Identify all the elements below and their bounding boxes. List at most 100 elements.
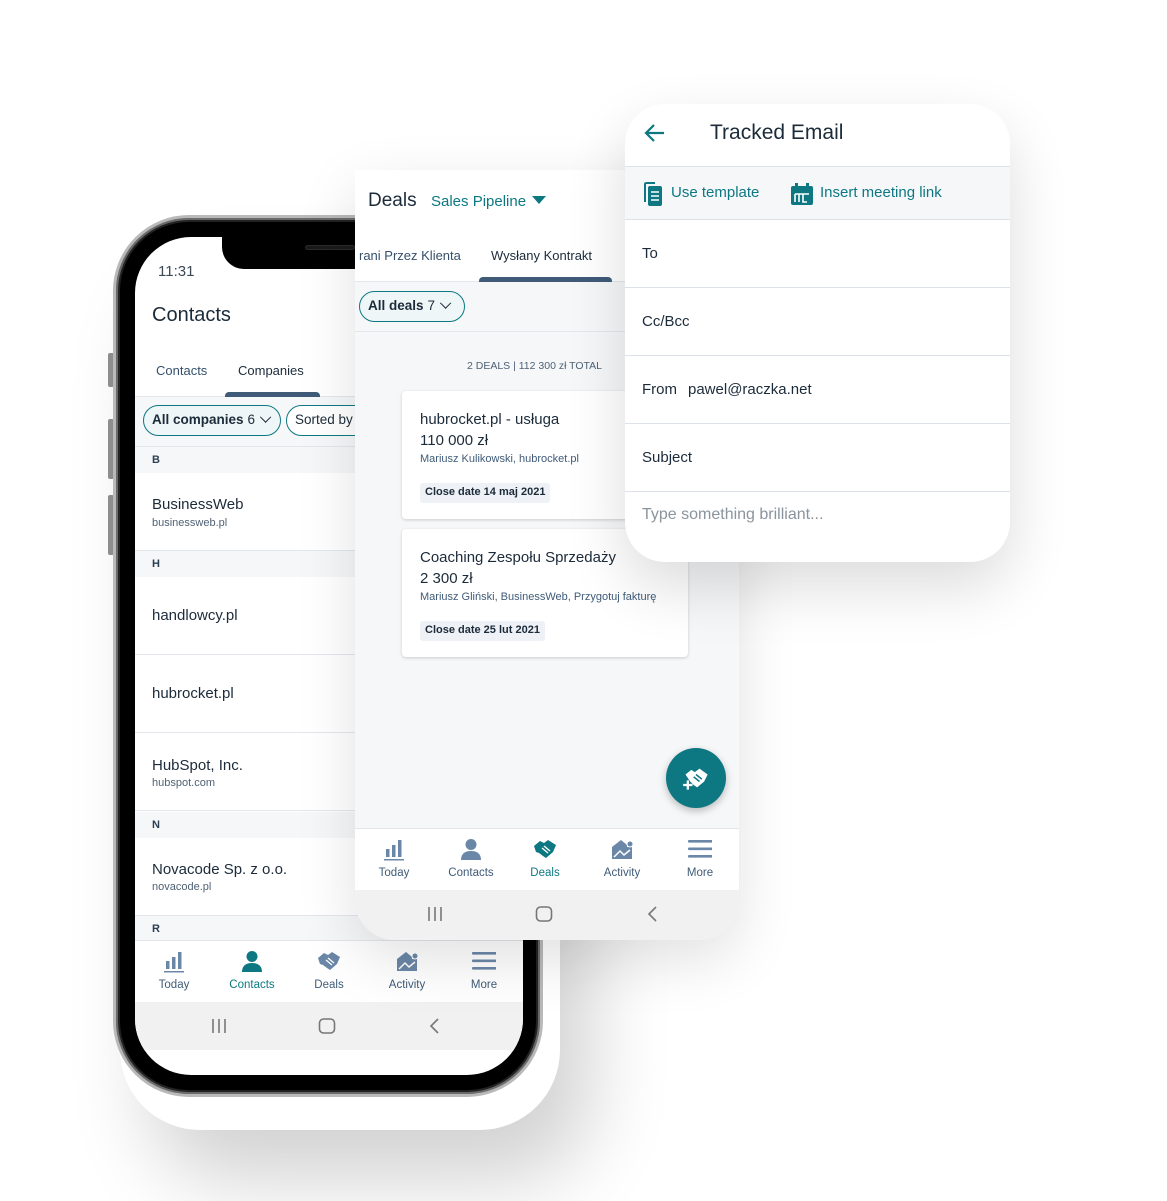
status-time: 11:31 (158, 263, 195, 280)
nav-today[interactable]: Today (355, 829, 433, 891)
page-title: Tracked Email (710, 121, 844, 144)
nav-today[interactable]: Today (135, 941, 213, 1003)
nav-more[interactable]: More (445, 941, 523, 1003)
nav-contacts[interactable]: Contacts (432, 829, 510, 891)
close-date-badge: Close date 25 lut 2021 (420, 621, 545, 641)
handshake-icon (318, 952, 340, 970)
deal-value: 110 000 zł (420, 432, 489, 449)
nav-activity[interactable]: Activity (368, 941, 446, 1003)
chevron-down-icon (439, 297, 452, 309)
nav-label: Contacts (448, 867, 494, 879)
nav-label: Today (158, 979, 190, 991)
caret-down-icon (532, 196, 547, 204)
person-icon (461, 839, 481, 860)
phone-speaker (305, 245, 355, 250)
nav-deals[interactable]: Deals (506, 829, 584, 891)
nav-label: Today (378, 867, 410, 879)
chevron-down-icon (259, 411, 272, 423)
template-icon (644, 182, 662, 206)
home-icon[interactable] (534, 904, 554, 924)
calendar-icon (791, 183, 813, 205)
recent-apps-icon[interactable] (425, 904, 445, 924)
all-deals-filter[interactable]: All deals 7 (359, 291, 465, 322)
company-name: handlowcy.pl (152, 607, 238, 624)
system-nav-bar (355, 890, 739, 940)
activity-icon (612, 840, 634, 859)
company-domain: novacode.pl (152, 881, 212, 893)
nav-more[interactable]: More (661, 829, 739, 891)
add-deal-icon (683, 768, 708, 790)
subject-label: Subject (642, 449, 693, 466)
filter-label: All companies (152, 412, 244, 427)
bar-chart-icon (164, 952, 184, 973)
from-value: pawel@raczka.net (688, 381, 812, 398)
deal-name: hubrocket.pl - usługa (420, 411, 560, 428)
person-icon (242, 951, 262, 972)
page-title: Contacts (152, 304, 231, 326)
phone-notch (222, 237, 362, 269)
recent-apps-icon[interactable] (209, 1016, 229, 1036)
filter-label: All deals (368, 298, 424, 313)
to-field[interactable]: To (625, 220, 1010, 288)
menu-icon (472, 952, 496, 970)
nav-deals[interactable]: Deals (290, 941, 368, 1003)
company-name: Novacode Sp. z o.o. (152, 861, 288, 878)
company-name: hubrocket.pl (152, 685, 234, 702)
nav-label: Deals (314, 979, 344, 991)
company-domain: hubspot.com (152, 777, 215, 789)
to-label: To (642, 245, 658, 262)
nav-contacts[interactable]: Contacts (213, 941, 291, 1003)
nav-label: Deals (530, 867, 560, 879)
subject-field[interactable]: Subject (625, 424, 1010, 492)
all-companies-filter[interactable]: All companies 6 (143, 405, 281, 436)
tab-companies[interactable]: Companies (238, 363, 304, 378)
bottom-nav: Today Contacts Deals Activity More (135, 940, 523, 1002)
back-icon[interactable] (425, 1016, 445, 1036)
from-field[interactable]: From pawel@raczka.net (625, 356, 1010, 424)
deals-summary: 2 DEALS | 112 300 zł TOTAL (467, 360, 603, 372)
add-deal-button[interactable] (666, 748, 726, 808)
back-arrow-icon[interactable] (643, 121, 667, 145)
tracked-email-screen: Tracked Email Use template Insert meetin… (625, 104, 1010, 562)
deal-value: 2 300 zł (420, 570, 473, 587)
menu-icon (688, 840, 712, 858)
insert-meeting-link-button[interactable]: Insert meeting link (790, 181, 960, 207)
cc-bcc-label: Cc/Bcc (642, 313, 690, 330)
home-icon[interactable] (317, 1016, 337, 1036)
pipeline-selector[interactable]: Sales Pipeline (431, 193, 547, 210)
email-toolbar: Use template Insert meeting link (625, 167, 1010, 220)
nav-label: More (470, 979, 498, 991)
use-template-label: Use template (671, 184, 760, 201)
tab-contacts[interactable]: Contacts (156, 363, 207, 378)
nav-activity[interactable]: Activity (583, 829, 661, 891)
bar-chart-icon (384, 840, 404, 861)
page-title: Deals (368, 190, 417, 211)
deal-people: Mariusz Kulikowski, hubrocket.pl (420, 453, 579, 465)
bottom-nav: Today Contacts Deals Activity More (355, 828, 739, 890)
nav-label: More (686, 867, 714, 879)
insert-meeting-link-label: Insert meeting link (820, 184, 942, 201)
tab-stage-active[interactable]: Wysłany Kontrakt (491, 248, 592, 263)
cc-bcc-field[interactable]: Cc/Bcc (625, 288, 1010, 356)
deal-name: Coaching Zespołu Sprzedaży (420, 549, 616, 566)
email-header: Tracked Email (625, 104, 1010, 167)
email-body-input[interactable]: Type something brilliant... (642, 506, 823, 524)
back-icon[interactable] (643, 904, 663, 924)
company-domain: businessweb.pl (152, 517, 228, 529)
close-date-badge: Close date 14 maj 2021 (420, 483, 551, 503)
pipeline-label: Sales Pipeline (431, 193, 527, 210)
company-name: BusinessWeb (152, 496, 244, 513)
use-template-button[interactable]: Use template (641, 181, 771, 207)
from-label: From (642, 381, 677, 398)
filter-count: 7 (427, 298, 436, 313)
company-name: HubSpot, Inc. (152, 757, 243, 774)
nav-label: Contacts (229, 979, 275, 991)
tab-stage[interactable]: rani Przez Klienta (359, 248, 461, 263)
nav-label: Activity (388, 979, 426, 991)
handshake-icon (534, 840, 556, 858)
sort-label: Sorted by (295, 412, 353, 427)
nav-label: Activity (603, 867, 641, 879)
activity-icon (397, 952, 419, 971)
system-nav-bar (135, 1002, 523, 1050)
filter-count: 6 (247, 412, 256, 427)
